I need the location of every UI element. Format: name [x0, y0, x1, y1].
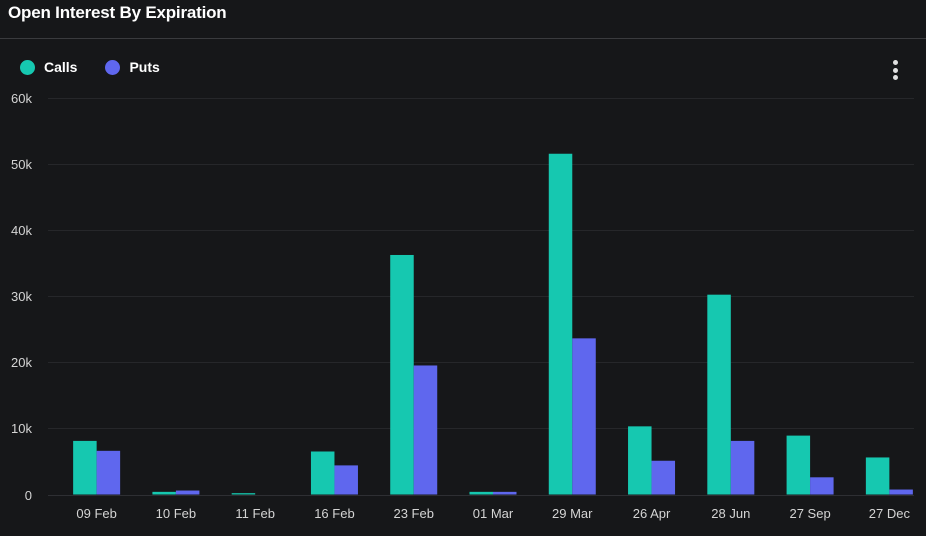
bar-calls[interactable]	[390, 254, 414, 495]
y-tick-label: 0	[25, 488, 32, 503]
bar-calls[interactable]	[707, 294, 731, 495]
x-tick-label: 27 Dec	[869, 506, 911, 521]
bars	[73, 153, 913, 495]
bar-calls[interactable]	[548, 153, 573, 495]
bar-calls[interactable]	[152, 491, 176, 495]
x-tick-label: 11 Feb	[235, 506, 275, 521]
bar-chart: 0 10k 20k 30k 40k 50k 60k 09 Feb 10 Feb 11 Feb 16…	[11, 91, 914, 521]
bar-calls[interactable]	[865, 457, 890, 495]
bar-puts[interactable]	[651, 460, 676, 495]
bar-puts[interactable]	[572, 338, 596, 495]
bar-puts[interactable]	[175, 490, 200, 495]
x-tick-label: 23 Feb	[393, 506, 433, 521]
y-tick-label: 10k	[11, 421, 32, 436]
bar-puts[interactable]	[730, 440, 755, 495]
y-tick-label: 30k	[11, 289, 32, 304]
x-tick-label: 16 Feb	[314, 506, 354, 521]
x-tick-label: 28 Jun	[711, 506, 750, 521]
bar-calls[interactable]	[73, 440, 97, 495]
x-tick-label: 01 Mar	[473, 506, 514, 521]
y-axis: 0 10k 20k 30k 40k 50k 60k	[11, 91, 32, 503]
bar-calls[interactable]	[628, 426, 652, 495]
grid-lines	[48, 98, 914, 496]
x-tick-label: 27 Sep	[789, 506, 830, 521]
x-axis: 09 Feb 10 Feb 11 Feb 16 Feb 23 Feb 01 Mar 29 M…	[76, 506, 910, 521]
x-tick-label: 29 Mar	[552, 506, 593, 521]
bar-puts[interactable]	[413, 365, 438, 495]
bar-puts[interactable]	[889, 489, 913, 495]
bar-puts[interactable]	[493, 491, 517, 495]
y-tick-label: 40k	[11, 223, 32, 238]
y-tick-label: 50k	[11, 157, 32, 172]
x-tick-label: 26 Apr	[633, 506, 671, 521]
bar-puts[interactable]	[810, 477, 834, 495]
x-tick-label: 10 Feb	[156, 506, 196, 521]
y-tick-label: 60k	[11, 91, 32, 106]
y-tick-label: 20k	[11, 355, 32, 370]
bar-puts[interactable]	[334, 465, 358, 495]
bar-puts[interactable]	[96, 450, 121, 495]
bar-calls[interactable]	[469, 491, 494, 495]
x-tick-label: 09 Feb	[76, 506, 116, 521]
bar-calls[interactable]	[786, 435, 811, 495]
bar-calls[interactable]	[310, 451, 335, 495]
bar-calls[interactable]	[231, 493, 256, 495]
